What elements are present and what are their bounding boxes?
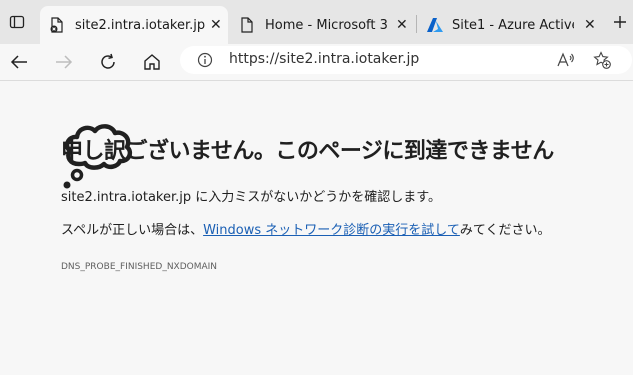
read-aloud-icon[interactable] <box>557 52 575 68</box>
forward-button[interactable] <box>50 48 78 76</box>
home-button[interactable] <box>138 48 166 76</box>
tab-strip: site2.intra.iotaker.jp ✕ Home - Microsof… <box>0 0 633 44</box>
tab-site1-azure[interactable]: Site1 - Azure Active Dir ✕ <box>418 6 604 44</box>
tab-label: Home - Microsoft 365 <box>265 17 387 33</box>
back-arrow-icon <box>10 55 27 69</box>
page-icon <box>241 17 253 33</box>
tab-label: Site1 - Azure Active Dir <box>452 17 574 33</box>
forward-arrow-icon <box>56 55 73 69</box>
error-heading: 申し訳ございません。このページに到達できません <box>61 139 554 164</box>
info-icon[interactable] <box>197 52 213 68</box>
spell-prefix-text: スペルが正しい場合は、 <box>61 223 204 238</box>
tab-close-icon[interactable]: ✕ <box>210 17 222 33</box>
tab-home-microsoft-365[interactable]: Home - Microsoft 365 ✕ <box>230 6 416 44</box>
home-icon <box>144 54 160 70</box>
back-button[interactable] <box>5 48 33 76</box>
refresh-icon <box>101 53 115 69</box>
tab-close-icon[interactable]: ✕ <box>396 17 408 33</box>
tab-actions-icon <box>9 15 25 29</box>
network-diagnostics-link[interactable]: Windows ネットワーク診断の実行を試して <box>203 223 460 238</box>
typo-check-text: に入力ミスがないかどうかを確認します。 <box>191 190 441 205</box>
add-favorite-icon[interactable] <box>593 51 611 69</box>
url-text[interactable]: https://site2.intra.iotaker.jp <box>229 51 419 67</box>
azure-icon <box>427 18 443 32</box>
spell-suffix-text: みてください。 <box>459 223 551 238</box>
tab-site2[interactable]: site2.intra.iotaker.jp ✕ <box>40 6 228 44</box>
address-bar[interactable]: https://site2.intra.iotaker.jp <box>180 46 632 74</box>
plus-icon <box>614 16 626 28</box>
tab-separator <box>416 15 417 33</box>
new-tab-button[interactable] <box>606 8 633 36</box>
domain-text: site2.intra.iotaker.jp <box>61 190 192 205</box>
tab-actions-button[interactable] <box>3 8 31 36</box>
error-code: DNS_PROBE_FINISHED_NXDOMAIN <box>61 262 218 272</box>
diagnostics-message: スペルが正しい場合は、Windows ネットワーク診断の実行を試してみてください… <box>61 219 551 238</box>
tab-close-icon[interactable]: ✕ <box>584 17 596 33</box>
refresh-button[interactable] <box>94 48 122 76</box>
typo-check-message: site2.intra.iotaker.jp に入力ミスがないかどうかを確認しま… <box>61 186 441 205</box>
tab-label: site2.intra.iotaker.jp <box>75 17 206 33</box>
page-error-icon <box>50 17 63 33</box>
